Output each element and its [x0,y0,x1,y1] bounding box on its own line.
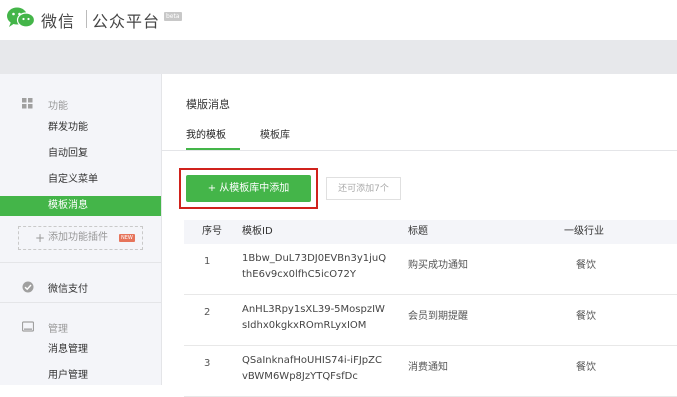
tab-bar: 我的模板 模板库 [162,122,677,151]
brand-divider [86,10,87,28]
tab-label: 模板库 [260,130,290,141]
platform-name: 公众平台 [92,12,161,31]
table-row: 3 QSaInknafHoUHIS74i-iFJpZC vBWM6Wp8JzYT… [184,346,677,397]
row-industry: 餐饮 [576,260,596,271]
sidebar-item-label: 群发功能 [48,122,88,133]
column-header-title: 标题 [408,226,428,237]
remaining-count: 还可添加7个 [326,177,401,200]
row-seq: 3 [204,358,211,369]
row-template-id-line2: vBWM6Wp8JzYTQFsfDc [242,371,358,382]
row-title: 会员到期提醒 [408,311,468,322]
sidebar-item-user-manage[interactable]: 用户管理 [0,366,161,386]
sidebar-item-label: 模板消息 [48,200,88,211]
row-template-id-line2: thE6v9cx0lfhC5icO72Y [242,269,356,280]
sidebar-divider [0,302,161,303]
sidebar-item-label: 消息管理 [48,344,88,355]
table-header: 序号 模板ID 标题 一级行业 [184,220,677,244]
tab-template-library[interactable]: 模板库 [260,122,290,150]
table-row: 2 AnHL3Rpy1sXL39-5MospzIW sIdhx0kgkxROmR… [184,295,677,346]
row-seq: 1 [204,256,211,267]
sidebar-group-label: 微信支付 [48,284,88,295]
header-strip [0,40,677,74]
sidebar-group-label: 功能 [48,101,68,112]
tab-label: 我的模板 [186,130,226,141]
row-template-id-line1: QSaInknafHoUHIS74i-iFJpZC [242,355,382,366]
sidebar: 功能 群发功能 自动回复 自定义菜单 模板消息 + 添加功能插件 NEW 微信支… [0,74,162,385]
page-title: 模版消息 [186,98,230,111]
sidebar-item-label: 用户管理 [48,370,88,381]
table-row: 1 1Bbw_DuL73DJ0EVBn3y1juQ thE6v9cx0lfhC5… [184,244,677,295]
brand-name: 微信 [41,12,76,31]
sidebar-group-label: 管理 [48,324,68,335]
beta-badge: beta [164,12,182,21]
sidebar-item-label: 自动回复 [48,148,88,159]
tab-my-templates[interactable]: 我的模板 [186,122,240,150]
sidebar-item-message-manage[interactable]: 消息管理 [0,340,161,360]
sidebar-item-custom-menu[interactable]: 自定义菜单 [0,170,161,190]
folder-icon [22,321,34,332]
sidebar-item-auto-reply[interactable]: 自动回复 [0,144,161,164]
row-template-id-line2: sIdhx0kgkxROmRLyxIOM [242,320,367,331]
grid-icon [22,98,33,109]
sidebar-divider [0,262,161,263]
row-industry: 餐饮 [576,311,596,322]
plus-icon: + [35,231,46,245]
column-header-industry: 一级行业 [564,226,604,237]
row-template-id-line1: 1Bbw_DuL73DJ0EVBn3y1juQ [242,253,387,264]
checkmark-circle-icon [22,281,34,293]
sidebar-item-template-message[interactable]: 模板消息 [0,196,161,216]
add-from-library-button[interactable]: + 从模板库中添加 [186,175,311,202]
wechat-logo-icon [7,7,36,28]
sidebar-item-label: 自定义菜单 [48,174,98,185]
row-industry: 餐饮 [576,362,596,373]
row-seq: 2 [204,307,211,318]
row-title: 购买成功通知 [408,260,468,271]
new-badge: NEW [119,234,135,242]
main-content: 模版消息 我的模板 模板库 + 从模板库中添加 还可添加7个 序号 模板ID 标… [162,74,677,397]
row-title: 消费通知 [408,362,448,373]
top-bar: 微信 公众平台 beta [0,0,677,40]
column-header-seq: 序号 [202,226,222,237]
row-template-id-line1: AnHL3Rpy1sXL39-5MospzIW [242,304,385,315]
sidebar-item-mass-send[interactable]: 群发功能 [0,118,161,138]
column-header-id: 模板ID [242,226,273,237]
add-plugin-button[interactable]: + 添加功能插件 NEW [18,226,143,250]
add-plugin-label: 添加功能插件 [48,232,108,243]
